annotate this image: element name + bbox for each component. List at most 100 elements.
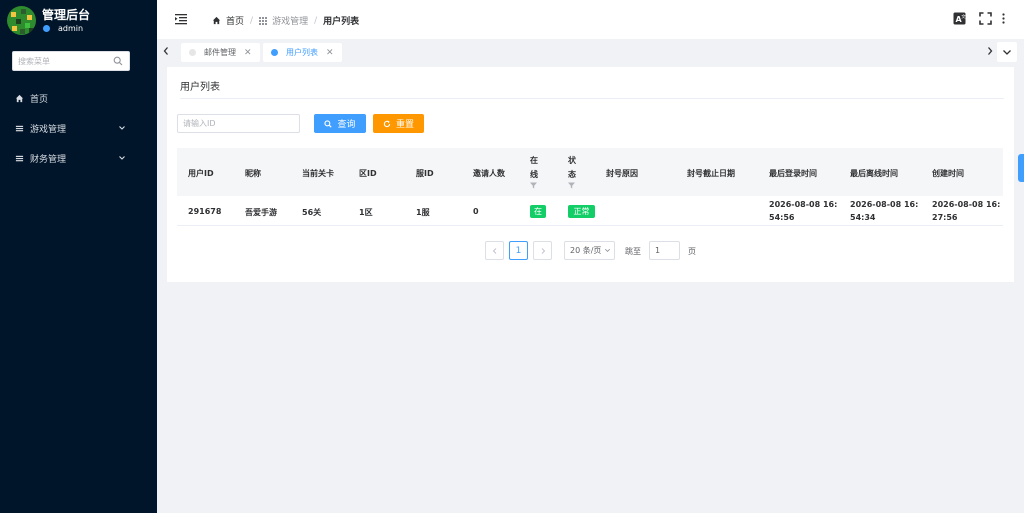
tab-label: 用户列表 [286,48,318,57]
breadcrumb-current: 用户列表 [323,17,360,27]
menu-search-input[interactable] [18,56,114,66]
column-header: 最后登录时间 [769,169,817,178]
chevron-down-icon [1003,50,1011,55]
breadcrumb: 首页 / 游戏管理 / 用户列表 [212,14,359,27]
cell-created-time: 27:56 [932,213,958,222]
menu-search[interactable] [12,51,130,71]
page-size-value: 20 条/页 [570,246,602,255]
column-header: 创建时间 [932,169,964,178]
reset-button-label: 重置 [395,120,414,130]
tab-bar: 邮件管理 ✕ 用户列表 ✕ [157,39,1024,64]
tab-label: 邮件管理 [204,48,236,57]
tab-status-dot [189,49,196,56]
column-header: 封号截止日期 [687,169,735,178]
page-suffix: 页 [688,247,696,256]
chevron-right-icon[interactable] [983,43,997,59]
svg-text:文: 文 [961,13,966,20]
table-row: 291678 吾爱手游 56关 1区 1服 0 在 正常 2026-08-08 … [177,197,1003,226]
cell-last-offline-time: 54:34 [850,213,876,222]
next-page-button[interactable] [533,241,552,260]
breadcrumb-section[interactable]: 游戏管理 [272,14,308,27]
search-icon [324,119,333,128]
home-icon [15,94,24,102]
reset-button[interactable]: 重置 [373,114,424,133]
user-list-card: 用户列表 查询 重置 用户ID 昵称 当前关卡 区ID 服ID 邀请人数 在线 … [167,67,1014,282]
breadcrumb-separator: / [250,15,254,26]
page-number-button[interactable]: 1 [509,241,528,260]
column-header: 服ID [416,169,434,178]
page-title: 用户列表 [180,82,220,93]
chevron-down-icon [119,156,125,160]
chevron-right-icon [541,247,545,254]
filter-icon[interactable] [530,182,537,189]
column-header: 最后离线时间 [850,169,898,178]
breadcrumb-separator: / [314,15,318,26]
search-button[interactable]: 查询 [314,114,366,133]
more-options-icon[interactable] [997,12,1010,25]
sidebar-item-label: 首页 [30,94,49,105]
cell-created-date: 2026-08-08 16: [932,200,1001,209]
sidebar-item-home[interactable]: 首页 [0,87,157,109]
search-button-label: 查询 [337,120,356,130]
online-dot-icon [43,24,50,32]
home-icon [212,16,221,25]
translate-icon[interactable]: A文 [953,12,966,25]
jump-label: 跳至 [625,247,641,256]
jump-page-input[interactable] [649,241,680,260]
chevron-down-icon [605,248,611,252]
cell-zone: 1区 [359,208,373,217]
sidebar-item-label: 财务管理 [30,154,67,165]
cell-level: 56关 [302,208,322,217]
column-header-online[interactable]: 在线 [530,154,540,182]
cell-last-offline-date: 2026-08-08 16: [850,200,919,209]
menu-icon [15,155,24,161]
divider [180,98,1004,99]
tab-user-list[interactable]: 用户列表 ✕ [263,43,342,62]
sidebar-item-game-management[interactable]: 游戏管理 [0,117,157,139]
sidebar-item-finance-management[interactable]: 财务管理 [0,147,157,169]
tab-menu-button[interactable] [997,42,1017,62]
column-header: 封号原因 [606,169,638,178]
user-status: admin [42,24,90,33]
chevron-left-icon[interactable] [159,43,173,59]
grid-icon [259,16,268,25]
chevron-down-icon [119,126,125,130]
sidebar-item-label: 游戏管理 [30,124,67,135]
brand: 管理后台 admin [7,5,90,35]
page-size-select[interactable]: 20 条/页 [564,241,615,260]
close-icon[interactable]: ✕ [244,48,252,58]
menu-icon [15,125,24,131]
fullscreen-icon[interactable] [979,12,992,25]
logo [7,5,36,35]
column-header: 用户ID [188,169,214,178]
column-header-status[interactable]: 状态 [568,154,578,182]
prev-page-button[interactable] [485,241,504,260]
cell-last-login-time: 54:56 [769,213,795,222]
collapse-sidebar-icon[interactable] [174,12,188,26]
user-id-input[interactable] [177,114,300,133]
close-icon[interactable]: ✕ [326,48,334,58]
online-tag: 在 [530,205,546,218]
search-icon[interactable] [113,56,123,66]
top-header: 首页 / 游戏管理 / 用户列表 A文 [157,0,1024,39]
chevron-left-icon [492,247,496,254]
cell-last-login-date: 2026-08-08 16: [769,200,838,209]
side-drawer-handle[interactable] [1018,154,1024,182]
column-header: 邀请人数 [473,169,505,178]
status-badge: 正常 [568,205,595,218]
app-title: 管理后台 [42,7,91,22]
sidebar: 管理后台 admin 首页 游戏管理 财务管理 [0,0,157,513]
username: admin [58,23,84,33]
cell-user-id: 291678 [188,207,222,216]
breadcrumb-home[interactable]: 首页 [226,14,244,27]
filter-icon[interactable] [568,182,575,189]
cell-invites: 0 [473,207,479,216]
table-header: 用户ID 昵称 当前关卡 区ID 服ID 邀请人数 在线 状态 封号原因 封号截… [177,148,1003,196]
tab-mail-management[interactable]: 邮件管理 ✕ [181,43,260,62]
cell-nickname: 吾爱手游 [245,208,277,217]
column-header: 昵称 [245,169,261,178]
column-header: 区ID [359,169,377,178]
column-header: 当前关卡 [302,169,334,178]
tab-status-dot [271,49,278,56]
cell-server: 1服 [416,208,430,217]
